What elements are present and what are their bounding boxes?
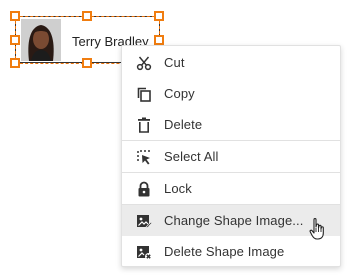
diagram-canvas[interactable]: Terry Bradley Cut Copy Delete Select All… <box>0 0 352 280</box>
trash-icon <box>136 117 152 133</box>
resize-handle-top-right[interactable] <box>154 11 164 21</box>
menu-item-lock[interactable]: Lock <box>122 173 340 204</box>
menu-item-cut[interactable]: Cut <box>122 47 340 78</box>
menu-item-label: Delete Shape Image <box>164 244 285 259</box>
menu-item-label: Copy <box>164 86 195 101</box>
hand-pointer-cursor <box>309 217 327 241</box>
menu-item-select-all[interactable]: Select All <box>122 141 340 172</box>
resize-handle-top[interactable] <box>82 11 92 21</box>
menu-item-label: Lock <box>164 181 192 196</box>
copy-icon <box>136 86 152 102</box>
menu-item-change-shape-image[interactable]: Change Shape Image... <box>122 205 340 236</box>
menu-item-delete-shape-image[interactable]: Delete Shape Image <box>122 236 340 267</box>
resize-handle-top-left[interactable] <box>10 11 20 21</box>
resize-handle-bottom[interactable] <box>82 58 92 68</box>
resize-handle-bottom-left[interactable] <box>10 58 20 68</box>
menu-item-label: Change Shape Image... <box>164 213 304 228</box>
menu-item-label: Select All <box>164 149 219 164</box>
context-menu: Cut Copy Delete Select All Lock Change S… <box>121 45 341 267</box>
delete-image-icon <box>136 244 152 260</box>
lock-icon <box>136 181 152 197</box>
select-all-icon <box>136 149 152 165</box>
employee-photo <box>21 19 61 61</box>
resize-handle-right[interactable] <box>154 35 164 45</box>
scissors-icon <box>136 55 152 71</box>
menu-item-label: Delete <box>164 117 203 132</box>
change-image-icon <box>136 213 152 229</box>
menu-item-label: Cut <box>164 55 185 70</box>
menu-item-delete[interactable]: Delete <box>122 109 340 140</box>
resize-handle-left[interactable] <box>10 35 20 45</box>
menu-item-copy[interactable]: Copy <box>122 78 340 109</box>
